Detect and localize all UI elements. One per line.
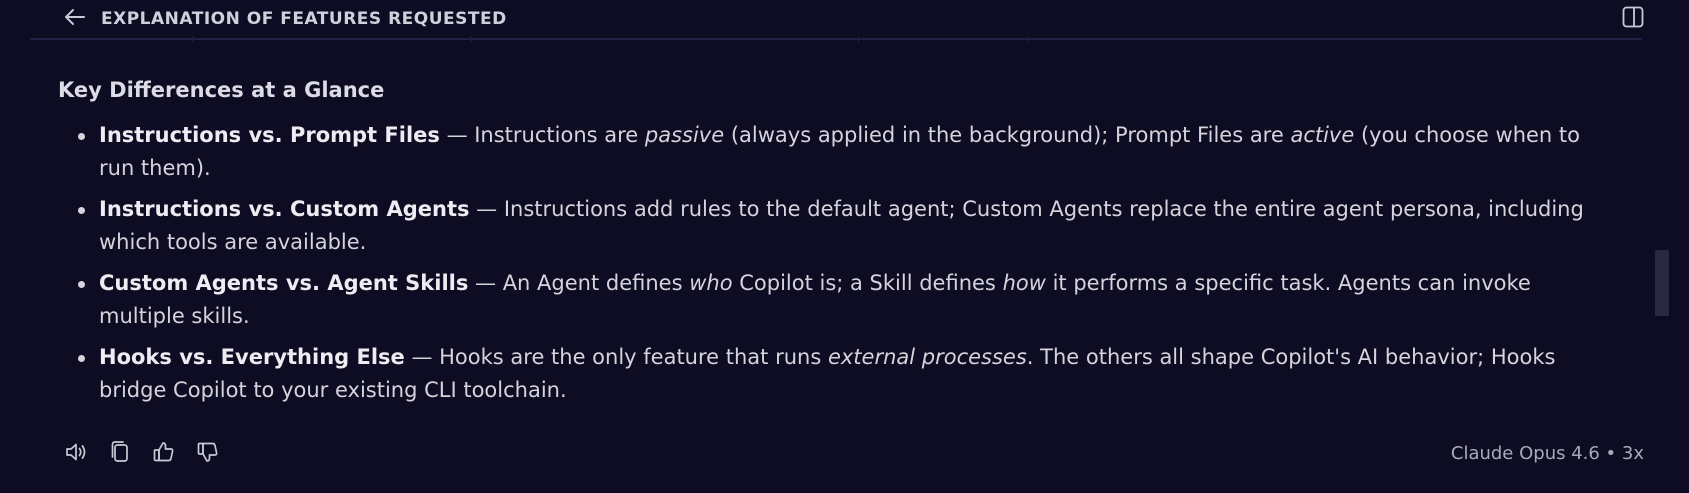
response-actions — [62, 440, 238, 468]
table-edge-divider — [192, 36, 193, 42]
copy-button[interactable] — [106, 440, 134, 468]
table-edge-divider — [471, 36, 472, 42]
list-item-term: Hooks vs. Everything Else — [99, 345, 405, 369]
chat-response-panel: EXPLANATION OF FEATURES REQUESTED Key Di… — [0, 0, 1689, 493]
list-item-text: — An Agent defines — [468, 271, 690, 295]
read-aloud-button[interactable] — [62, 440, 90, 468]
list-item-text: Copilot is; a Skill defines — [732, 271, 1003, 295]
list-item: Hooks vs. Everything Else — Hooks are th… — [58, 341, 1618, 407]
list-item-term: Custom Agents vs. Agent Skills — [99, 271, 469, 295]
table-edge-divider — [858, 36, 859, 42]
panel-header: EXPLANATION OF FEATURES REQUESTED — [0, 0, 1689, 38]
split-panel-icon — [1622, 6, 1644, 32]
header-divider — [30, 38, 1642, 46]
differences-list: Instructions vs. Prompt Files — Instruct… — [58, 119, 1618, 407]
emphasis-text: passive — [644, 123, 725, 147]
list-item-term: Instructions vs. Prompt Files — [99, 123, 440, 147]
emphasis-text: who — [689, 271, 733, 295]
panel-title: EXPLANATION OF FEATURES REQUESTED — [101, 9, 507, 29]
emphasis-text: active — [1290, 123, 1355, 147]
scrollbar-thumb[interactable] — [1655, 250, 1669, 316]
list-item: Instructions vs. Prompt Files — Instruct… — [58, 119, 1618, 185]
list-item-text: (always applied in the background); Prom… — [724, 123, 1291, 147]
toggle-split-button[interactable] — [1620, 6, 1646, 32]
model-indicator: Claude Opus 4.6 • 3x — [1450, 443, 1644, 464]
list-item-text: — Hooks are the only feature that runs — [404, 345, 828, 369]
section-heading: Key Differences at a Glance — [58, 78, 385, 102]
list-item-term: Instructions vs. Custom Agents — [99, 197, 470, 221]
list-item: Instructions vs. Custom Agents — Instruc… — [58, 193, 1618, 259]
arrow-left-icon — [64, 8, 86, 30]
speaker-icon — [64, 441, 88, 467]
table-edge-divider — [1028, 36, 1029, 42]
back-button[interactable] — [62, 7, 88, 31]
thumbs-down-icon — [196, 440, 220, 468]
copy-icon — [109, 440, 131, 468]
emphasis-text: external processes — [827, 345, 1027, 369]
response-content: Key Differences at a Glance Instructions… — [58, 78, 1618, 415]
list-item-text: — Instructions are — [439, 123, 645, 147]
list-item: Custom Agents vs. Agent Skills — An Agen… — [58, 267, 1618, 333]
thumbs-up-button[interactable] — [150, 440, 178, 468]
thumbs-down-button[interactable] — [194, 440, 222, 468]
thumbs-up-icon — [152, 440, 176, 468]
emphasis-text: how — [1002, 271, 1046, 295]
